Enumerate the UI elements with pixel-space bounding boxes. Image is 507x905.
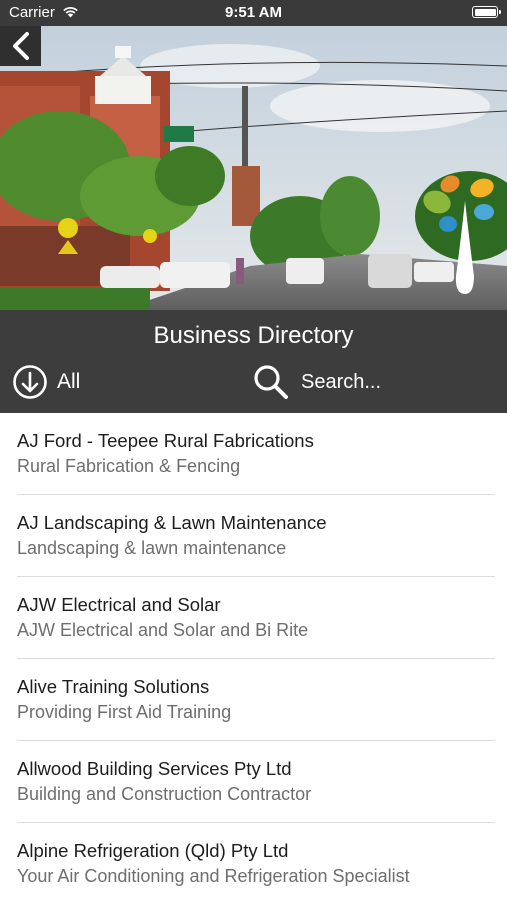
list-item[interactable]: AJW Electrical and Solar AJW Electrical … — [0, 577, 507, 659]
list-item[interactable]: Alive Training Solutions Providing First… — [0, 659, 507, 741]
page-title: Business Directory — [153, 322, 354, 349]
search-button[interactable]: Search... — [252, 363, 381, 401]
directory-header: Business Directory All Search... — [0, 310, 507, 413]
business-name: Alive Training Solutions — [17, 676, 210, 697]
search-label: Search... — [301, 370, 382, 393]
business-name: Allwood Building Services Pty Ltd — [17, 758, 292, 779]
status-bar: Carrier 9:51 AM — [0, 0, 507, 26]
business-name: AJ Landscaping & Lawn Maintenance — [17, 512, 327, 533]
filter-label: All — [57, 370, 81, 393]
business-description: Rural Fabrication & Fencing — [17, 456, 241, 476]
filter-all-button[interactable]: All — [12, 363, 80, 401]
back-button[interactable] — [0, 26, 41, 66]
business-description: Providing First Aid Training — [17, 702, 232, 722]
status-time: 9:51 AM — [225, 4, 282, 21]
business-name: AJ Ford - Teepee Rural Fabrications — [17, 430, 314, 451]
business-description: AJW Electrical and Solar and Bi Rite — [17, 620, 309, 640]
business-description: Building and Construction Contractor — [17, 784, 312, 804]
hero-image — [0, 26, 507, 310]
business-description: Landscaping & lawn maintenance — [17, 538, 287, 558]
business-list: AJ Ford - Teepee Rural Fabrications Rura… — [0, 413, 507, 905]
search-icon — [254, 365, 288, 399]
arrow-down-circle-icon — [13, 365, 47, 399]
business-name: AJW Electrical and Solar — [17, 594, 221, 615]
list-item[interactable]: AJ Ford - Teepee Rural Fabrications Rura… — [0, 413, 507, 495]
list-item[interactable]: Allwood Building Services Pty Ltd Buildi… — [0, 741, 507, 823]
list-item[interactable]: AJ Landscaping & Lawn Maintenance Landsc… — [0, 495, 507, 577]
list-item[interactable]: Alpine Refrigeration (Qld) Pty Ltd Your … — [0, 823, 507, 905]
chevron-left-icon — [12, 32, 29, 60]
battery-icon — [472, 6, 501, 18]
business-description: Your Air Conditioning and Refrigeration … — [17, 866, 410, 886]
business-name: Alpine Refrigeration (Qld) Pty Ltd — [17, 840, 289, 861]
